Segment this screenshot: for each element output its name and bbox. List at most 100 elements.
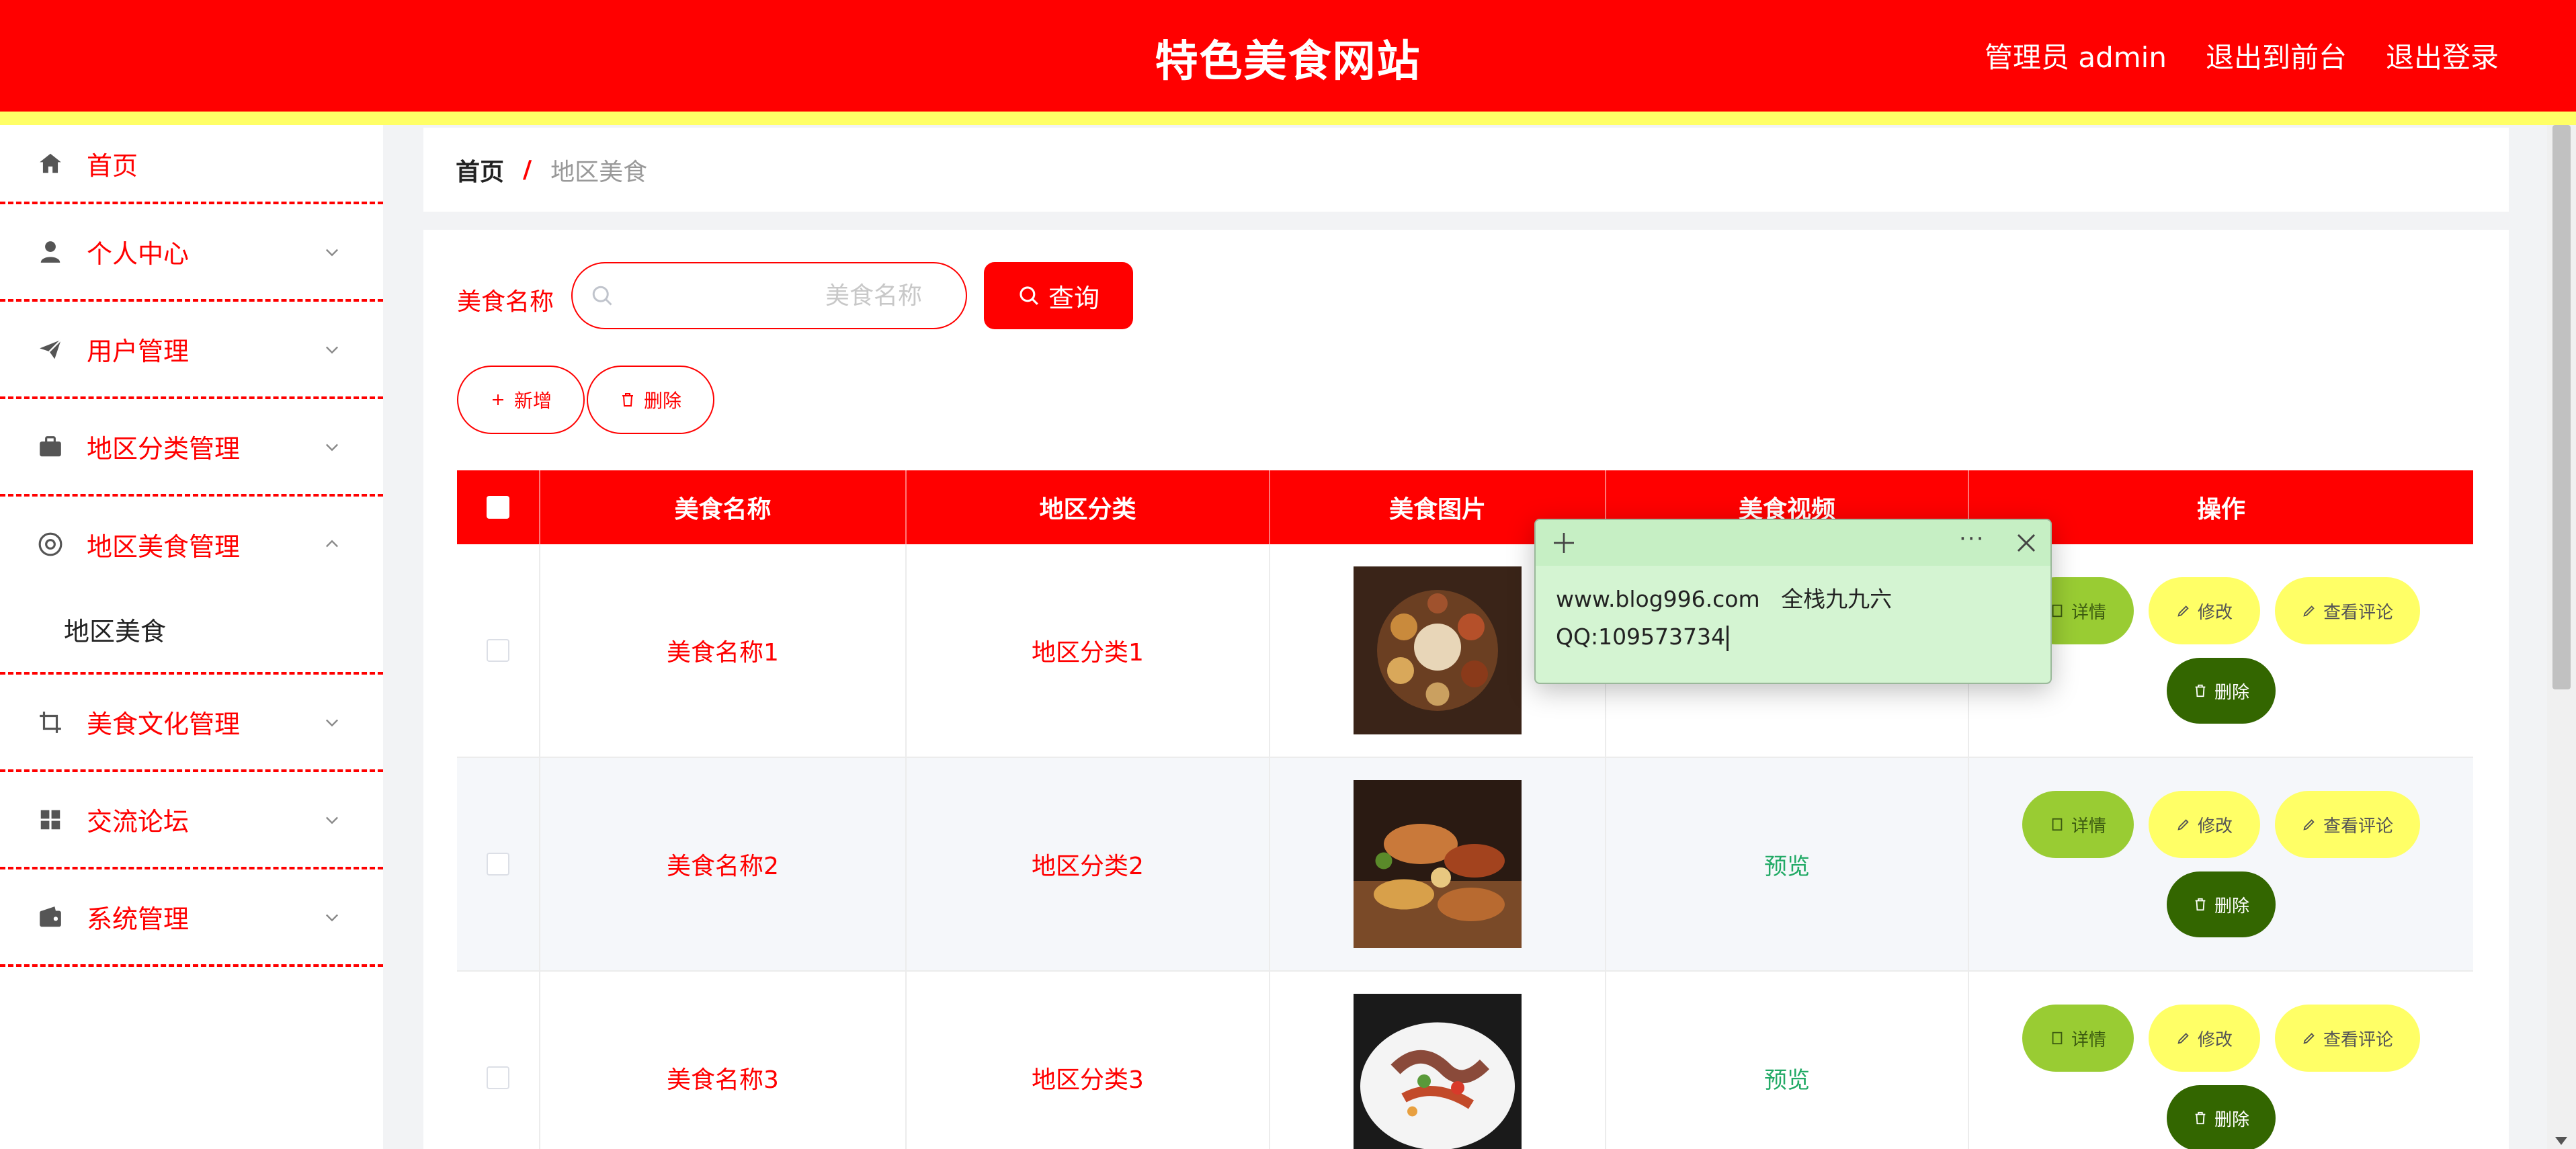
row-select-cell (457, 544, 540, 757)
sidebar-item-forum[interactable]: 交流论坛 (0, 772, 383, 869)
logout-link[interactable]: 退出登录 (2386, 35, 2499, 76)
header-links: 管理员 admin 退出到前台 退出登录 (1985, 35, 2499, 76)
sidebar-item-personal-center[interactable]: 个人中心 (0, 204, 383, 302)
detail-button[interactable]: 详情 (2022, 791, 2134, 858)
sidebar-item-system-management[interactable]: 系统管理 (0, 869, 383, 967)
top-header: 特色美食网站 管理员 admin 退出到前台 退出登录 (0, 0, 2576, 112)
view-comments-button[interactable]: 查看评论 (2275, 791, 2420, 858)
home-icon (37, 150, 64, 177)
search-icon (1020, 286, 1038, 305)
row-select-cell (457, 758, 540, 970)
admin-user-label[interactable]: 管理员 admin (1985, 35, 2167, 76)
sidebar-item-home[interactable]: 首页 (0, 125, 383, 204)
select-all-checkbox[interactable] (487, 496, 509, 519)
sticky-note[interactable]: ··· www.blog996.com 全栈九九六 QQ:109573734 (1534, 519, 2052, 684)
note-line-text: QQ:109573734 (1556, 624, 1726, 650)
chevron-down-icon (326, 249, 338, 256)
food-video-cell: 预览 (1606, 972, 1969, 1149)
trash-icon (2195, 898, 2206, 911)
breadcrumb: 首页 / 地区美食 (423, 128, 2509, 212)
edit-icon (2303, 605, 2315, 617)
add-button[interactable]: 新增 (457, 366, 585, 434)
food-image[interactable] (1354, 780, 1522, 948)
food-image[interactable] (1354, 994, 1522, 1149)
row-checkbox[interactable] (487, 1066, 509, 1089)
column-header: 地区分类 (907, 470, 1270, 544)
header-select-all (457, 470, 540, 544)
table-header: 美食名称 地区分类 美食图片 美食视频 操作 (457, 470, 2473, 544)
view-comments-button-label: 查看评论 (2323, 816, 2393, 837)
video-preview-link[interactable]: 预览 (1764, 848, 1810, 881)
operations-cell: 详情 修改 查看评论 删除 (1969, 758, 2473, 970)
edit-button[interactable]: 修改 (2149, 791, 2260, 858)
chevron-down-icon (326, 346, 338, 353)
more-options-icon[interactable]: ··· (1959, 525, 1985, 552)
view-comments-button[interactable]: 查看评论 (2275, 1005, 2420, 1072)
sidebar: 首页 个人中心 用户管理 地区分类管理 地区美食管理 地区美食 美食文化管理 交… (0, 125, 383, 1149)
view-comments-button-label: 查看评论 (2323, 1029, 2393, 1050)
sidebar-item-label: 用户管理 (87, 337, 190, 366)
table-row: 美食名称1 地区分类1 详情 修改 查看评论 删除 (457, 544, 2473, 758)
chevron-down-icon (326, 914, 338, 921)
delete-button[interactable]: 删除 (2167, 871, 2276, 937)
food-name-cell: 美食名称1 (540, 544, 907, 757)
scrollbar-thumb[interactable] (2552, 125, 2571, 689)
edit-icon (2177, 1033, 2189, 1044)
document-icon (2052, 604, 2063, 618)
sidebar-item-region-food-management[interactable]: 地区美食管理 (0, 497, 383, 592)
food-video-cell: 预览 (1606, 758, 1969, 970)
query-button-label: 查询 (1048, 283, 1099, 313)
delete-button[interactable]: 删除 (2167, 1085, 2276, 1149)
delete-button[interactable]: 删除 (2167, 658, 2276, 724)
video-preview-link[interactable]: 预览 (1764, 1062, 1810, 1095)
trash-icon (2195, 1111, 2206, 1125)
batch-delete-button[interactable]: 删除 (587, 366, 714, 434)
sidebar-item-region-category-management[interactable]: 地区分类管理 (0, 399, 383, 497)
note-line-with-caret: QQ:109573734 (1556, 618, 2030, 656)
sidebar-item-label: 交流论坛 (87, 807, 190, 837)
close-icon[interactable] (2014, 531, 2038, 555)
detail-button-label: 详情 (2071, 1029, 2106, 1050)
sidebar-group-region-food-management: 地区美食管理 地区美食 (0, 497, 383, 675)
scroll-down-arrow-icon[interactable] (2555, 1137, 2567, 1145)
table-row: 美食名称2 地区分类2 预览 详情 修改 查看评论 删除 (457, 758, 2473, 972)
content-card: 美食名称 查询 新增 删除 美食名称 地区分类 美食图片 美食视频 操作 美食名… (423, 230, 2509, 1149)
search-input[interactable] (626, 263, 922, 328)
row-select-cell (457, 972, 540, 1149)
breadcrumb-home[interactable]: 首页 (456, 153, 504, 187)
query-button[interactable]: 查询 (984, 262, 1133, 329)
sidebar-subitem-region-food[interactable]: 地区美食 (0, 592, 383, 666)
sticky-note-text[interactable]: www.blog996.com 全栈九九六 QQ:109573734 (1536, 566, 2050, 671)
edit-button[interactable]: 修改 (2149, 1005, 2260, 1072)
trash-icon (622, 393, 633, 407)
batch-delete-button-label: 删除 (643, 390, 681, 412)
food-image[interactable] (1354, 566, 1522, 734)
note-line: www.blog996.com 全栈九九六 (1556, 586, 1893, 612)
breadcrumb-current: 地区美食 (550, 158, 648, 186)
send-icon (37, 336, 64, 363)
sidebar-item-label: 美食文化管理 (87, 710, 241, 739)
row-checkbox[interactable] (487, 639, 509, 662)
row-checkbox[interactable] (487, 853, 509, 876)
plus-icon[interactable] (1550, 529, 1577, 556)
search-label: 美食名称 (457, 288, 554, 316)
page-scrollbar[interactable] (2547, 125, 2576, 1149)
edit-icon (2303, 1033, 2315, 1044)
sidebar-item-label: 地区美食管理 (87, 531, 241, 562)
text-caret (1727, 625, 1729, 651)
breadcrumb-separator: / (523, 156, 532, 183)
edit-button-label: 修改 (2197, 602, 2233, 623)
briefcase-icon (37, 433, 64, 460)
search-icon (592, 286, 612, 306)
sidebar-item-user-management[interactable]: 用户管理 (0, 302, 383, 399)
sidebar-item-food-culture-management[interactable]: 美食文化管理 (0, 675, 383, 772)
edit-button[interactable]: 修改 (2149, 577, 2260, 644)
region-category-cell: 地区分类2 (907, 758, 1270, 970)
food-table: 美食名称 地区分类 美食图片 美食视频 操作 美食名称1 地区分类1 详情 修改… (457, 470, 2473, 1149)
edit-icon (2177, 605, 2189, 617)
view-comments-button[interactable]: 查看评论 (2275, 577, 2420, 644)
food-image-cell (1270, 758, 1606, 970)
exit-to-front-link[interactable]: 退出到前台 (2206, 35, 2347, 76)
detail-button[interactable]: 详情 (2022, 1005, 2134, 1072)
edit-button-label: 修改 (2197, 1029, 2233, 1050)
